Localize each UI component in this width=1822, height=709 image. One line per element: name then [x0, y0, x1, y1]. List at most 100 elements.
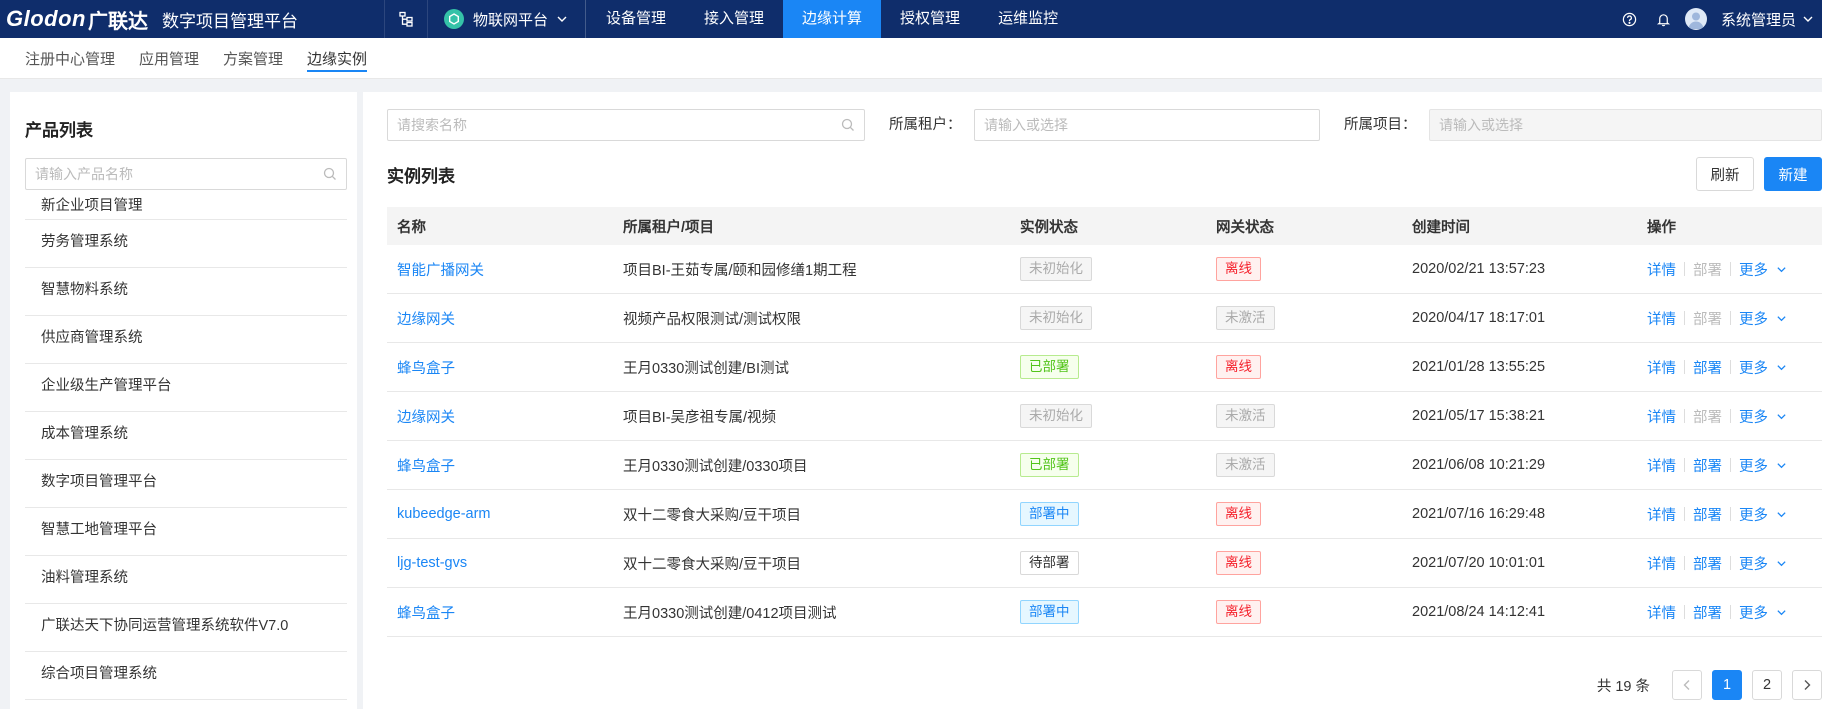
- instance-name-link[interactable]: 蜂鸟盒子: [397, 606, 455, 622]
- instance-name-link[interactable]: 智能广播网关: [397, 263, 484, 279]
- more-button[interactable]: 更多: [1739, 259, 1787, 280]
- more-button[interactable]: 更多: [1739, 455, 1787, 476]
- deploy-button[interactable]: 部署: [1693, 602, 1722, 623]
- instance-name-link[interactable]: ljg-test-gvs: [397, 555, 467, 571]
- org-structure-button[interactable]: [384, 0, 428, 38]
- detail-button[interactable]: 详情: [1647, 259, 1676, 280]
- more-button[interactable]: 更多: [1739, 602, 1787, 623]
- name-search-input[interactable]: [397, 117, 841, 133]
- project-input[interactable]: [1439, 117, 1812, 133]
- row-actions: 详情 部署 更多: [1647, 504, 1822, 525]
- deploy-button[interactable]: 部署: [1693, 553, 1722, 574]
- help-button[interactable]: [1613, 12, 1647, 27]
- product-item[interactable]: 智慧工地管理平台: [25, 508, 347, 556]
- instance-status-badge: 未初始化: [1020, 404, 1092, 428]
- search-icon[interactable]: [841, 118, 855, 132]
- product-item[interactable]: 综合项目管理系统: [25, 652, 347, 700]
- detail-button[interactable]: 详情: [1647, 553, 1676, 574]
- product-list: 新企业项目管理 劳务管理系统 智慧物料系统 供应商管理系统 企业级生产管理平台 …: [25, 194, 347, 700]
- page-button[interactable]: 2: [1752, 670, 1782, 700]
- table-row: 蜂鸟盒子 王月0330测试创建/0330项目 已部署 未激活 2021/06/08 10…: [387, 441, 1822, 490]
- row-actions: 详情 部署 更多: [1647, 308, 1822, 329]
- product-item[interactable]: 劳务管理系统: [25, 220, 347, 268]
- tab-apps[interactable]: 应用管理: [139, 38, 199, 79]
- detail-button[interactable]: 详情: [1647, 602, 1676, 623]
- created-time: 2021/07/16 16:29:48: [1412, 506, 1546, 522]
- table-row: 边缘网关 视频产品权限测试/测试权限 未初始化 未激活 2020/04/17 18:17…: [387, 294, 1822, 343]
- action-divider: [1684, 262, 1685, 276]
- tenant-project: 王月0330测试创建/BI测试: [623, 360, 789, 377]
- gateway-status-badge: 未激活: [1216, 404, 1275, 428]
- top-nav-edge[interactable]: 边缘计算: [783, 0, 882, 38]
- product-item[interactable]: 成本管理系统: [25, 412, 347, 460]
- product-item[interactable]: 新企业项目管理: [25, 194, 347, 220]
- instance-status-badge: 已部署: [1020, 355, 1079, 379]
- action-divider: [1684, 507, 1685, 521]
- product-item[interactable]: 广联达天下协同运营管理系统软件V7.0: [25, 604, 347, 652]
- platform-title: 数字项目管理平台: [161, 11, 298, 31]
- chevron-down-icon: [1777, 364, 1786, 370]
- refresh-button[interactable]: 刷新: [1696, 157, 1754, 191]
- instance-name-link[interactable]: 蜂鸟盒子: [397, 459, 455, 475]
- detail-button[interactable]: 详情: [1647, 455, 1676, 476]
- chevron-left-icon: [1683, 680, 1690, 690]
- user-name[interactable]: 系统管理员: [1721, 9, 1796, 30]
- col-actions: 操作: [1647, 219, 1676, 236]
- created-time: 2020/02/21 13:57:23: [1412, 261, 1546, 277]
- instance-name-link[interactable]: 边缘网关: [397, 410, 455, 426]
- instance-name-link[interactable]: 蜂鸟盒子: [397, 361, 455, 377]
- top-nav-access[interactable]: 接入管理: [685, 0, 783, 38]
- tenant-select: [974, 109, 1320, 141]
- product-item[interactable]: 数字项目管理平台: [25, 460, 347, 508]
- more-button[interactable]: 更多: [1739, 308, 1787, 329]
- notification-button[interactable]: [1647, 12, 1681, 27]
- tab-solutions[interactable]: 方案管理: [223, 38, 283, 79]
- avatar[interactable]: [1684, 8, 1707, 30]
- chevron-down-icon: [1777, 413, 1786, 419]
- row-actions: 详情 部署 更多: [1647, 455, 1822, 476]
- product-search-input[interactable]: [35, 166, 323, 182]
- more-button[interactable]: 更多: [1739, 406, 1787, 427]
- more-label: 更多: [1739, 605, 1768, 622]
- created-time: 2021/07/20 10:01:01: [1412, 555, 1546, 571]
- deploy-button[interactable]: 部署: [1693, 357, 1722, 378]
- detail-button[interactable]: 详情: [1647, 504, 1676, 525]
- gateway-status-badge: 离线: [1216, 257, 1261, 281]
- detail-button[interactable]: 详情: [1647, 406, 1676, 427]
- gateway-status-badge: 离线: [1216, 355, 1261, 379]
- tab-edge-instances[interactable]: 边缘实例: [307, 38, 368, 79]
- prev-page-button[interactable]: [1672, 670, 1702, 700]
- top-nav-ops[interactable]: 运维监控: [979, 0, 1077, 38]
- instance-name-link[interactable]: kubeedge-arm: [397, 506, 491, 522]
- deploy-button[interactable]: 部署: [1693, 455, 1722, 476]
- chevron-down-icon: [1777, 462, 1786, 468]
- instance-status-badge: 未初始化: [1020, 257, 1092, 281]
- action-divider: [1730, 458, 1731, 472]
- chevron-down-icon[interactable]: [1802, 13, 1814, 25]
- next-page-button[interactable]: [1792, 670, 1822, 700]
- product-item[interactable]: 企业级生产管理平台: [25, 364, 347, 412]
- iot-platform-switcher[interactable]: 物联网平台: [444, 0, 568, 38]
- more-label: 更多: [1739, 556, 1768, 573]
- more-button[interactable]: 更多: [1739, 357, 1787, 378]
- more-button[interactable]: 更多: [1739, 553, 1787, 574]
- top-nav-device[interactable]: 设备管理: [587, 0, 685, 38]
- product-item[interactable]: 智慧物料系统: [25, 268, 347, 316]
- chevron-right-icon: [1804, 680, 1811, 690]
- tab-registry[interactable]: 注册中心管理: [25, 38, 115, 79]
- instance-name-link[interactable]: 边缘网关: [397, 312, 455, 328]
- tenant-input[interactable]: [984, 117, 1310, 133]
- product-item[interactable]: 供应商管理系统: [25, 316, 347, 364]
- product-item[interactable]: 油料管理系统: [25, 556, 347, 604]
- detail-button[interactable]: 详情: [1647, 308, 1676, 329]
- detail-button[interactable]: 详情: [1647, 357, 1676, 378]
- page-button[interactable]: 1: [1712, 670, 1742, 700]
- logo[interactable]: Glodon 广联达 数字项目管理平台: [0, 0, 298, 38]
- top-nav-license[interactable]: 授权管理: [881, 0, 979, 38]
- deploy-button[interactable]: 部署: [1693, 504, 1722, 525]
- top-right-tools: 系统管理员: [1613, 0, 1822, 38]
- search-icon[interactable]: [323, 167, 337, 181]
- new-button[interactable]: 新建: [1764, 157, 1822, 191]
- tenant-label: 所属租户：: [889, 117, 962, 133]
- more-button[interactable]: 更多: [1739, 504, 1787, 525]
